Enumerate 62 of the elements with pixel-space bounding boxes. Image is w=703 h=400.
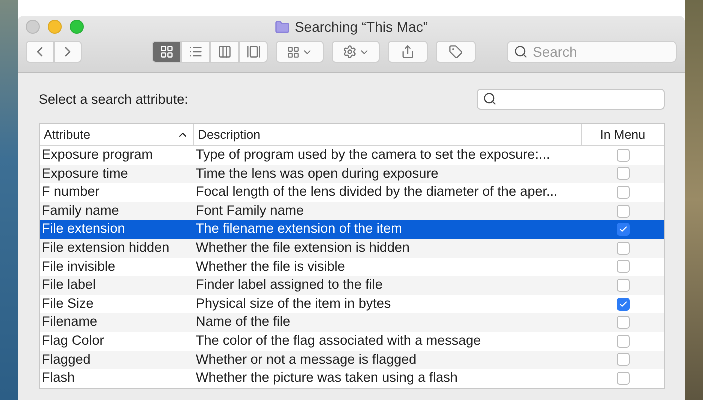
column-label: Attribute [44,128,91,142]
share-button[interactable] [388,41,428,63]
tag-button[interactable] [436,41,476,63]
icons-view-icon [160,45,174,59]
window-title: Searching “This Mac” [294,19,428,35]
settings-button[interactable] [332,41,380,63]
settings-icon [342,45,356,59]
gallery-view-button[interactable] [239,41,268,63]
in-menu-checkbox[interactable] [616,278,630,292]
in-menu-checkbox[interactable] [616,260,630,274]
columns-view-button[interactable] [210,41,239,63]
attribute-search-field[interactable] [477,89,665,110]
in-menu-checkbox[interactable] [616,353,630,366]
in-menu-checkbox[interactable] [616,334,630,348]
description-cell: Time the lens was open during exposure [194,164,582,184]
forward-button[interactable] [54,41,82,63]
description-cell: Font Family name [194,202,582,220]
tag-icon [449,45,463,59]
description-cell: Name of the file [194,313,582,332]
column-label: In Menu [600,128,646,142]
search-icon [483,92,497,106]
list-view-button[interactable] [181,41,210,63]
attribute-cell[interactable]: Exposure time [40,164,194,184]
attribute-cell[interactable]: Flagged [40,350,194,370]
attribute-cell[interactable]: File label [40,276,194,295]
in-menu-checkbox[interactable] [616,186,630,199]
search-icon [514,45,528,59]
check-icon [618,225,628,234]
in-menu-checkbox[interactable] [616,372,630,385]
group-button[interactable] [276,41,324,63]
column-header[interactable]: Description [194,124,582,146]
list-view-icon [188,45,202,59]
attribute-cell[interactable]: Filename [40,313,194,332]
in-menu-checkbox[interactable] [616,298,630,311]
close-button[interactable] [26,20,40,34]
attribute-cell[interactable]: Family name [40,202,194,220]
share-icon [401,45,415,59]
column-label: Description [198,128,261,142]
minimize-button[interactable] [48,20,62,34]
in-menu-checkbox[interactable] [616,242,630,255]
grid-icon [287,46,300,58]
description-cell: The filename extension of the item [194,220,582,239]
gallery-view-icon [246,45,260,59]
description-cell: Whether or not a message is flagged [194,350,582,370]
in-menu-checkbox[interactable] [616,223,630,236]
check-icon [618,300,628,309]
icons-view-button[interactable] [152,41,181,63]
prompt-label: Select a search attribute: [39,92,188,107]
back-button[interactable] [26,41,54,63]
zoom-button[interactable] [70,20,84,34]
description-cell: Whether the file extension is hidden [194,238,582,258]
description-cell: Finder label assigned to the file [194,276,582,295]
attribute-cell[interactable]: File extension [40,220,194,239]
in-menu-checkbox[interactable] [616,148,630,162]
in-menu-checkbox[interactable] [616,316,630,330]
search-field[interactable]: Search [507,41,677,63]
columns-view-icon [218,45,232,59]
in-menu-checkbox[interactable] [616,167,630,180]
folder-icon [274,20,290,34]
column-header[interactable]: Attribute [40,124,194,146]
in-menu-checkbox[interactable] [616,204,630,218]
attribute-cell[interactable]: File extension hidden [40,238,194,258]
